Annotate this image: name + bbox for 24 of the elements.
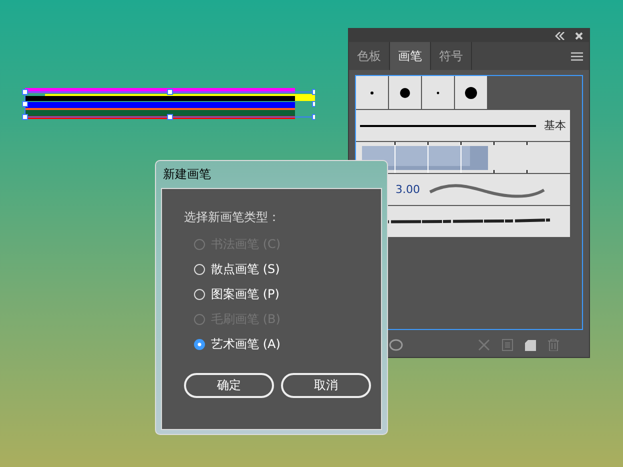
- dialog-title: 新建画笔: [162, 166, 212, 183]
- cancel-button[interactable]: 取消: [281, 373, 371, 398]
- option-label: 图案画笔 (P): [211, 286, 280, 303]
- pattern-brush-row[interactable]: [356, 141, 570, 173]
- new-brush-icon[interactable]: [525, 340, 536, 350]
- panel-tab[interactable]: 画笔: [390, 42, 431, 70]
- panel-tab[interactable]: 符号: [431, 42, 472, 70]
- close-icon[interactable]: [575, 32, 583, 40]
- libraries-icon[interactable]: [389, 339, 403, 351]
- prompt-text: 选择新画笔类型：: [184, 209, 281, 226]
- option-label: 艺术画笔 (A): [211, 336, 280, 353]
- brush-swatch[interactable]: [356, 76, 389, 109]
- radio-option[interactable]: 图案画笔 (P): [184, 282, 381, 307]
- radio-option[interactable]: 散点画笔 (S): [184, 257, 381, 282]
- option-label: 散点画笔 (S): [211, 261, 280, 278]
- brush-row[interactable]: 基本: [356, 109, 570, 141]
- radio-button[interactable]: [194, 339, 205, 350]
- radio-option[interactable]: 艺术画笔 (A): [184, 332, 381, 357]
- collapse-icon[interactable]: [555, 32, 565, 40]
- ok-button[interactable]: 确定: [184, 373, 274, 398]
- menu-icon[interactable]: [571, 52, 583, 60]
- brush-swatch[interactable]: [455, 76, 488, 109]
- brush-swatch[interactable]: [422, 76, 455, 109]
- brush-swatch[interactable]: [389, 76, 422, 109]
